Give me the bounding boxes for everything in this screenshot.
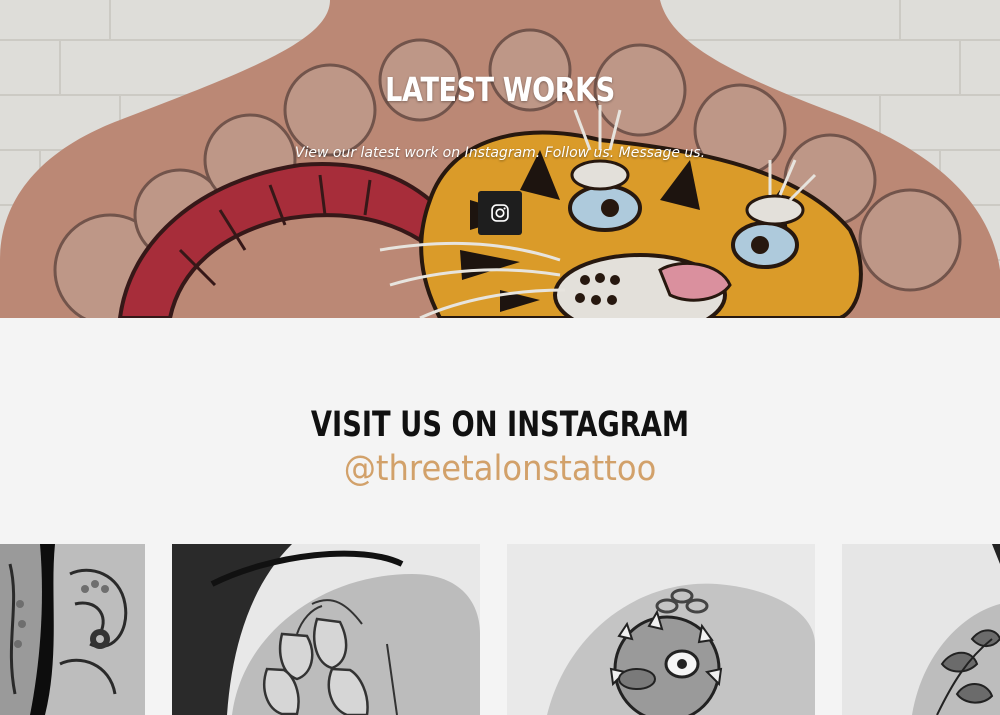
instagram-icon — [491, 204, 509, 222]
instagram-photo-pufferfish[interactable] — [507, 544, 815, 715]
hero-section: LATEST WORKS View our latest work on Ins… — [0, 0, 1000, 318]
instagram-photo-octopus[interactable] — [0, 544, 145, 715]
instagram-photo-botanical[interactable] — [842, 544, 1000, 715]
visit-instagram-title: VISIT US ON INSTAGRAM — [310, 405, 690, 445]
hero-subtitle: View our latest work on Instagram. Follo… — [294, 145, 706, 161]
instagram-photo-bluebells[interactable] — [172, 544, 480, 715]
hero-title: LATEST WORKS — [385, 70, 615, 109]
instagram-button[interactable] — [478, 191, 522, 235]
instagram-handle-link[interactable]: @threetalonstattoo — [40, 449, 960, 489]
